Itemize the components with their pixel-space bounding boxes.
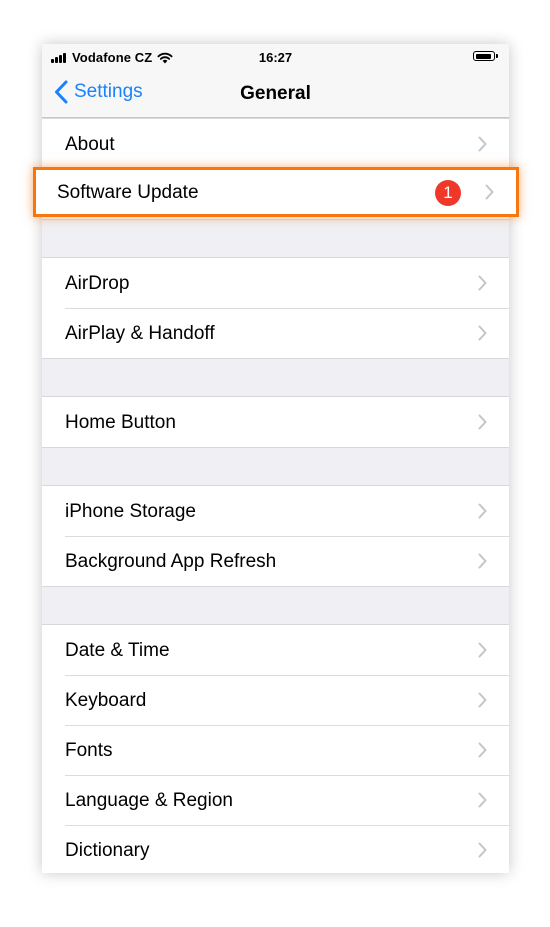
settings-group-locale: Date & Time Keyboard Fonts Language & Re… [42, 624, 509, 873]
list-item-airdrop[interactable]: AirDrop [42, 258, 509, 308]
status-bar: Vodafone CZ 16:27 [42, 44, 509, 70]
chevron-right-icon [478, 325, 487, 341]
chevron-right-icon [478, 842, 487, 858]
chevron-right-icon [478, 503, 487, 519]
clock: 16:27 [258, 50, 293, 65]
list-item-label: Dictionary [65, 840, 150, 861]
list-item-label: Language & Region [65, 790, 233, 811]
list-item-label: Date & Time [65, 640, 170, 661]
list-item-label: About [65, 134, 115, 155]
list-item-label: AirPlay & Handoff [65, 323, 215, 344]
list-item-label: Background App Refresh [65, 551, 277, 572]
chevron-right-icon [478, 642, 487, 658]
list-item-date-time[interactable]: Date & Time [42, 625, 509, 675]
page-title: General [240, 83, 311, 104]
chevron-right-icon [478, 553, 487, 569]
list-item-label: Software Update [57, 182, 199, 203]
list-item-about[interactable]: About [42, 119, 509, 169]
list-item-keyboard[interactable]: Keyboard [42, 675, 509, 725]
list-item-fonts[interactable]: Fonts [42, 725, 509, 775]
chevron-right-icon [485, 184, 494, 200]
battery-icon [473, 51, 498, 61]
settings-group-storage: iPhone Storage Background App Refresh [42, 485, 509, 587]
chevron-right-icon [478, 414, 487, 430]
list-item-home-button[interactable]: Home Button [42, 397, 509, 447]
list-item-software-update[interactable]: Software Update 1 [33, 167, 519, 217]
chevron-right-icon [478, 275, 487, 291]
list-item-airplay-handoff[interactable]: AirPlay & Handoff [42, 308, 509, 358]
list-item-language-region[interactable]: Language & Region [42, 775, 509, 825]
list-item-background-app-refresh[interactable]: Background App Refresh [42, 536, 509, 586]
chevron-right-icon [478, 136, 487, 152]
list-item-dictionary[interactable]: Dictionary [42, 825, 509, 873]
list-item-label: Home Button [65, 412, 176, 433]
navigation-bar: Settings General [42, 70, 509, 118]
settings-group-airdrop: AirDrop AirPlay & Handoff [42, 257, 509, 359]
settings-group-home-button: Home Button [42, 396, 509, 448]
list-item-label: Keyboard [65, 690, 147, 711]
list-item-iphone-storage[interactable]: iPhone Storage [42, 486, 509, 536]
chevron-right-icon [478, 792, 487, 808]
chevron-right-icon [478, 742, 487, 758]
list-item-label: iPhone Storage [65, 501, 196, 522]
chevron-right-icon [478, 692, 487, 708]
list-item-label: AirDrop [65, 273, 130, 294]
list-item-label: Fonts [65, 740, 113, 761]
notification-badge: 1 [435, 180, 461, 206]
